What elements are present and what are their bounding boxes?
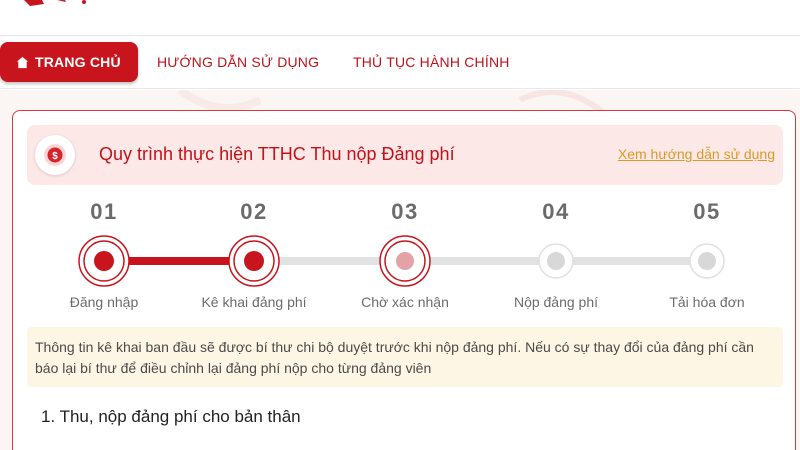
step-node-current: [228, 235, 280, 287]
step-label: Nộp đảng phí: [513, 294, 599, 310]
step-label: Kê khai đảng phí: [201, 294, 307, 310]
site-header: [0, 0, 800, 36]
step-number: 03: [391, 199, 419, 224]
step-label: Chờ xác nhận: [361, 294, 449, 310]
section-title: 1. Thu, nộp đảng phí cho bản thân: [41, 407, 301, 426]
nav-admin-procedures[interactable]: THỦ TỤC HÀNH CHÍNH: [353, 42, 510, 82]
step-label: Tải hóa đơn: [669, 294, 745, 310]
main-nav: TRANG CHỦ HƯỚNG DẪN SỬ DỤNG THỦ TỤC HÀNH…: [0, 37, 800, 89]
step-number: 01: [90, 199, 118, 224]
step-number: 04: [542, 199, 570, 224]
logo-fragment: [24, 0, 86, 6]
step-number: 05: [693, 199, 721, 224]
nav-home-label: TRANG CHỦ: [35, 54, 121, 70]
view-guide-link[interactable]: Xem hướng dẫn sử dụng: [618, 146, 775, 162]
nav-home[interactable]: TRANG CHỦ: [0, 42, 138, 82]
track-remaining: [254, 257, 706, 265]
step-node-inactive: [689, 243, 725, 279]
nav-admin-procedures-label: THỦ TỤC HÀNH CHÍNH: [353, 54, 510, 70]
step-node-pending: [379, 235, 431, 287]
step-node-done: [78, 235, 130, 287]
nav-user-guide-label: HƯỚNG DẪN SỬ DỤNG: [157, 54, 320, 70]
step-node-inactive: [538, 243, 574, 279]
nav-user-guide[interactable]: HƯỚNG DẪN SỬ DỤNG: [157, 42, 319, 82]
procedure-title: Quy trình thực hiện TTHC Thu nộp Đảng ph…: [99, 144, 455, 164]
notice-box: Thông tin kê khai ban đầu sẽ được bí thư…: [27, 327, 783, 387]
home-icon: [16, 56, 29, 68]
svg-text:$: $: [52, 151, 58, 162]
process-stepper: 01 Đăng nhập 02 Kê khai đảng phí 03 Chờ …: [13, 195, 797, 325]
step-number: 02: [240, 199, 268, 224]
procedure-title-bar: $ Quy trình thực hiện TTHC Thu nộp Đảng …: [27, 125, 783, 185]
coin-icon: $: [44, 144, 66, 166]
coin-icon-badge: $: [35, 135, 75, 175]
procedure-card: $ Quy trình thực hiện TTHC Thu nộp Đảng …: [12, 110, 796, 450]
step-label: Đăng nhập: [69, 294, 139, 310]
